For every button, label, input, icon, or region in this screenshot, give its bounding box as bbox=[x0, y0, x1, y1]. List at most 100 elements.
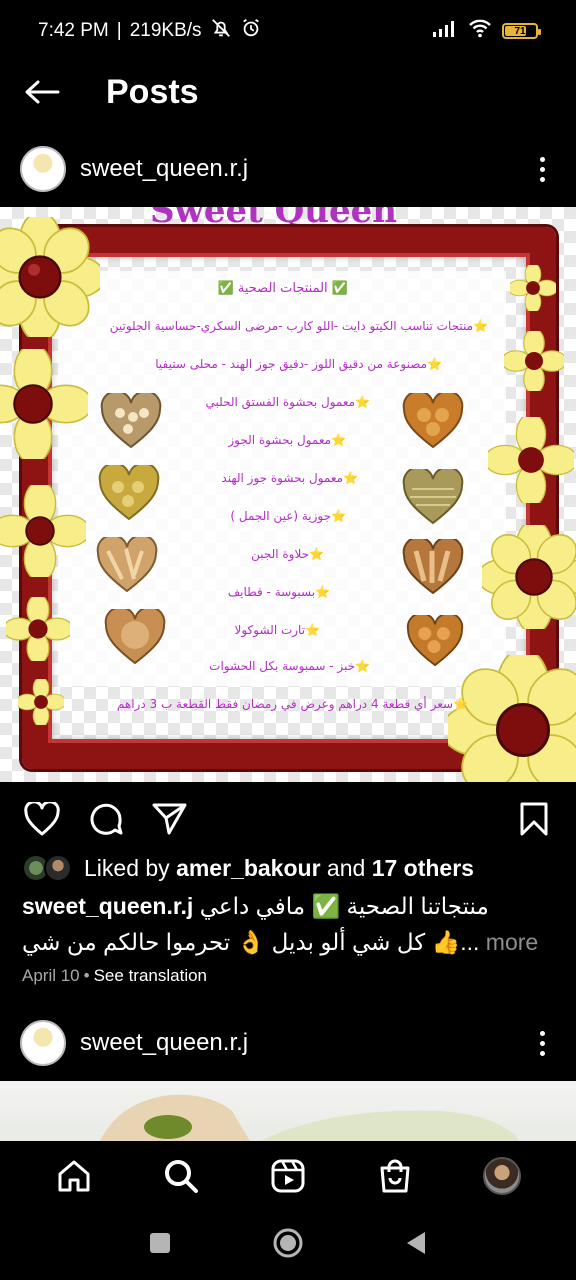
post-actions bbox=[0, 795, 576, 843]
avatar-logo bbox=[24, 150, 62, 188]
heart-food-icon bbox=[406, 615, 464, 667]
alarm-icon bbox=[240, 17, 262, 45]
image-item: ⭐بسبوسة - قطايف bbox=[227, 585, 330, 599]
caption-username[interactable]: sweet_queen.r.j bbox=[22, 893, 193, 919]
heart-food-icon bbox=[96, 537, 158, 593]
post-image[interactable]: Sweet Queen ✅ المنتجات الصحية ✅ ⭐منتجات … bbox=[0, 207, 576, 782]
bookmark-icon bbox=[520, 802, 548, 836]
image-item: ⭐معمول بحشوة الفستق الحلبي bbox=[205, 395, 370, 409]
heart-food-icon bbox=[98, 465, 160, 521]
flower-decoration bbox=[482, 525, 576, 629]
nav-home[interactable] bbox=[49, 1151, 99, 1201]
flower-decoration bbox=[488, 417, 574, 503]
status-right: 71 bbox=[432, 18, 541, 44]
image-item: ⭐تارت الشوكولا bbox=[234, 623, 321, 637]
status-bar: 7:42 PM | 219KB/s 71 bbox=[0, 0, 576, 62]
flower-decoration bbox=[0, 485, 86, 577]
post-header: sweet_queen.r.j bbox=[0, 138, 576, 200]
share-button[interactable] bbox=[150, 799, 190, 839]
recents-button[interactable] bbox=[148, 1231, 172, 1260]
liked-by-and: and bbox=[326, 854, 366, 881]
system-nav-bar bbox=[0, 1211, 576, 1280]
status-speed: 219KB/s bbox=[129, 20, 202, 41]
more-dot-icon bbox=[539, 156, 545, 162]
heart-food-icon bbox=[100, 393, 162, 449]
image-item: ⭐حلاوة الجبن bbox=[251, 547, 324, 561]
nav-profile[interactable] bbox=[477, 1151, 527, 1201]
more-dot-icon bbox=[539, 1040, 545, 1046]
image-item: ⭐جوزية (عين الجمل ) bbox=[230, 509, 346, 523]
avatar[interactable] bbox=[20, 1020, 66, 1066]
status-time: 7:42 PM bbox=[38, 20, 109, 41]
image-item: ⭐معمول بحشوة جوز الهند bbox=[221, 471, 358, 485]
post-username[interactable]: sweet_queen.r.j bbox=[80, 155, 248, 183]
heart-icon bbox=[24, 802, 60, 836]
caption-line: كل شي ألو بديل 👌 تحرموا حالكم من شي 👍...… bbox=[22, 924, 562, 960]
status-left: 7:42 PM | 219KB/s bbox=[38, 17, 262, 45]
image-heading: ✅ المنتجات الصحية ✅ bbox=[217, 281, 348, 296]
post-image[interactable] bbox=[0, 1081, 576, 1141]
more-dot-icon bbox=[539, 1050, 545, 1056]
likes-row[interactable]: Liked by amer_bakour and 17 others bbox=[22, 851, 474, 885]
back-button[interactable] bbox=[22, 72, 62, 112]
liker-avatars bbox=[22, 854, 74, 882]
liker-avatar bbox=[44, 854, 72, 882]
liked-by-others[interactable]: 17 others bbox=[372, 855, 474, 882]
post-date: April 10 bbox=[22, 966, 80, 985]
back-system-button[interactable] bbox=[404, 1230, 428, 1261]
reels-icon bbox=[271, 1159, 305, 1193]
like-button[interactable] bbox=[22, 799, 62, 839]
flower-decoration bbox=[6, 597, 70, 661]
flower-decoration bbox=[504, 331, 564, 391]
meta-separator: • bbox=[83, 966, 90, 985]
signal-icon bbox=[432, 19, 458, 43]
more-dot-icon bbox=[539, 1030, 545, 1036]
caption-text: كل شي ألو بديل 👌 تحرموا حالكم من شي 👍... bbox=[22, 929, 480, 955]
send-icon bbox=[152, 803, 187, 835]
mute-bell-icon bbox=[210, 17, 232, 45]
flower-decoration bbox=[510, 265, 556, 311]
post-username[interactable]: sweet_queen.r.j bbox=[80, 1029, 248, 1057]
heart-food-icon bbox=[402, 469, 464, 525]
nav-shop[interactable] bbox=[370, 1151, 420, 1201]
nav-reels[interactable] bbox=[263, 1151, 313, 1201]
image-footer: ⭐سعر أي قطعة 4 دراهم وعرض في رمضان فقط ا… bbox=[116, 697, 468, 711]
caption: sweet_queen.r.j منتجاتنا الصحية ✅ مافي د… bbox=[22, 888, 562, 960]
battery-level: 71 bbox=[514, 25, 526, 37]
page-title: Posts bbox=[106, 72, 199, 111]
app-header: Posts bbox=[0, 62, 576, 122]
image-item: ⭐معمول بحشوة الجوز bbox=[228, 433, 346, 447]
profile-avatar bbox=[483, 1157, 522, 1195]
circle-icon bbox=[273, 1228, 303, 1258]
see-translation-link[interactable]: See translation bbox=[94, 966, 207, 985]
food-photo bbox=[100, 1094, 520, 1141]
square-icon bbox=[150, 1233, 170, 1253]
liked-by-user[interactable]: amer_bakour bbox=[176, 855, 320, 882]
more-dot-icon bbox=[539, 176, 545, 182]
more-dot-icon bbox=[539, 166, 545, 172]
comment-button[interactable] bbox=[86, 799, 126, 839]
nav-search[interactable] bbox=[156, 1151, 206, 1201]
more-options-button[interactable] bbox=[532, 1028, 552, 1058]
caption-text: منتجاتنا الصحية ✅ مافي داعي bbox=[199, 893, 489, 919]
battery-icon: 71 bbox=[502, 23, 541, 39]
caption-line: sweet_queen.r.j منتجاتنا الصحية ✅ مافي د… bbox=[22, 888, 562, 924]
liked-by-prefix: Liked by bbox=[84, 854, 170, 881]
wifi-icon bbox=[468, 18, 492, 44]
post-header: sweet_queen.r.j bbox=[0, 1012, 576, 1074]
save-button[interactable] bbox=[514, 799, 554, 839]
status-separator: | bbox=[116, 20, 122, 41]
flower-decoration bbox=[18, 679, 64, 725]
home-icon bbox=[58, 1160, 90, 1192]
post-meta: April 10 • See translation bbox=[22, 966, 207, 986]
caption-more-link[interactable]: more bbox=[486, 929, 538, 955]
avatar[interactable] bbox=[20, 146, 66, 192]
home-system-button[interactable] bbox=[272, 1227, 304, 1264]
more-options-button[interactable] bbox=[532, 154, 552, 184]
image-item: ⭐خبز - سمبوسة بكل الحشوات bbox=[209, 659, 370, 673]
heart-food-icon bbox=[402, 393, 464, 449]
flower-decoration bbox=[0, 349, 88, 459]
search-icon bbox=[164, 1160, 198, 1193]
heart-food-icon bbox=[104, 609, 166, 665]
heart-food-icon bbox=[402, 539, 464, 595]
